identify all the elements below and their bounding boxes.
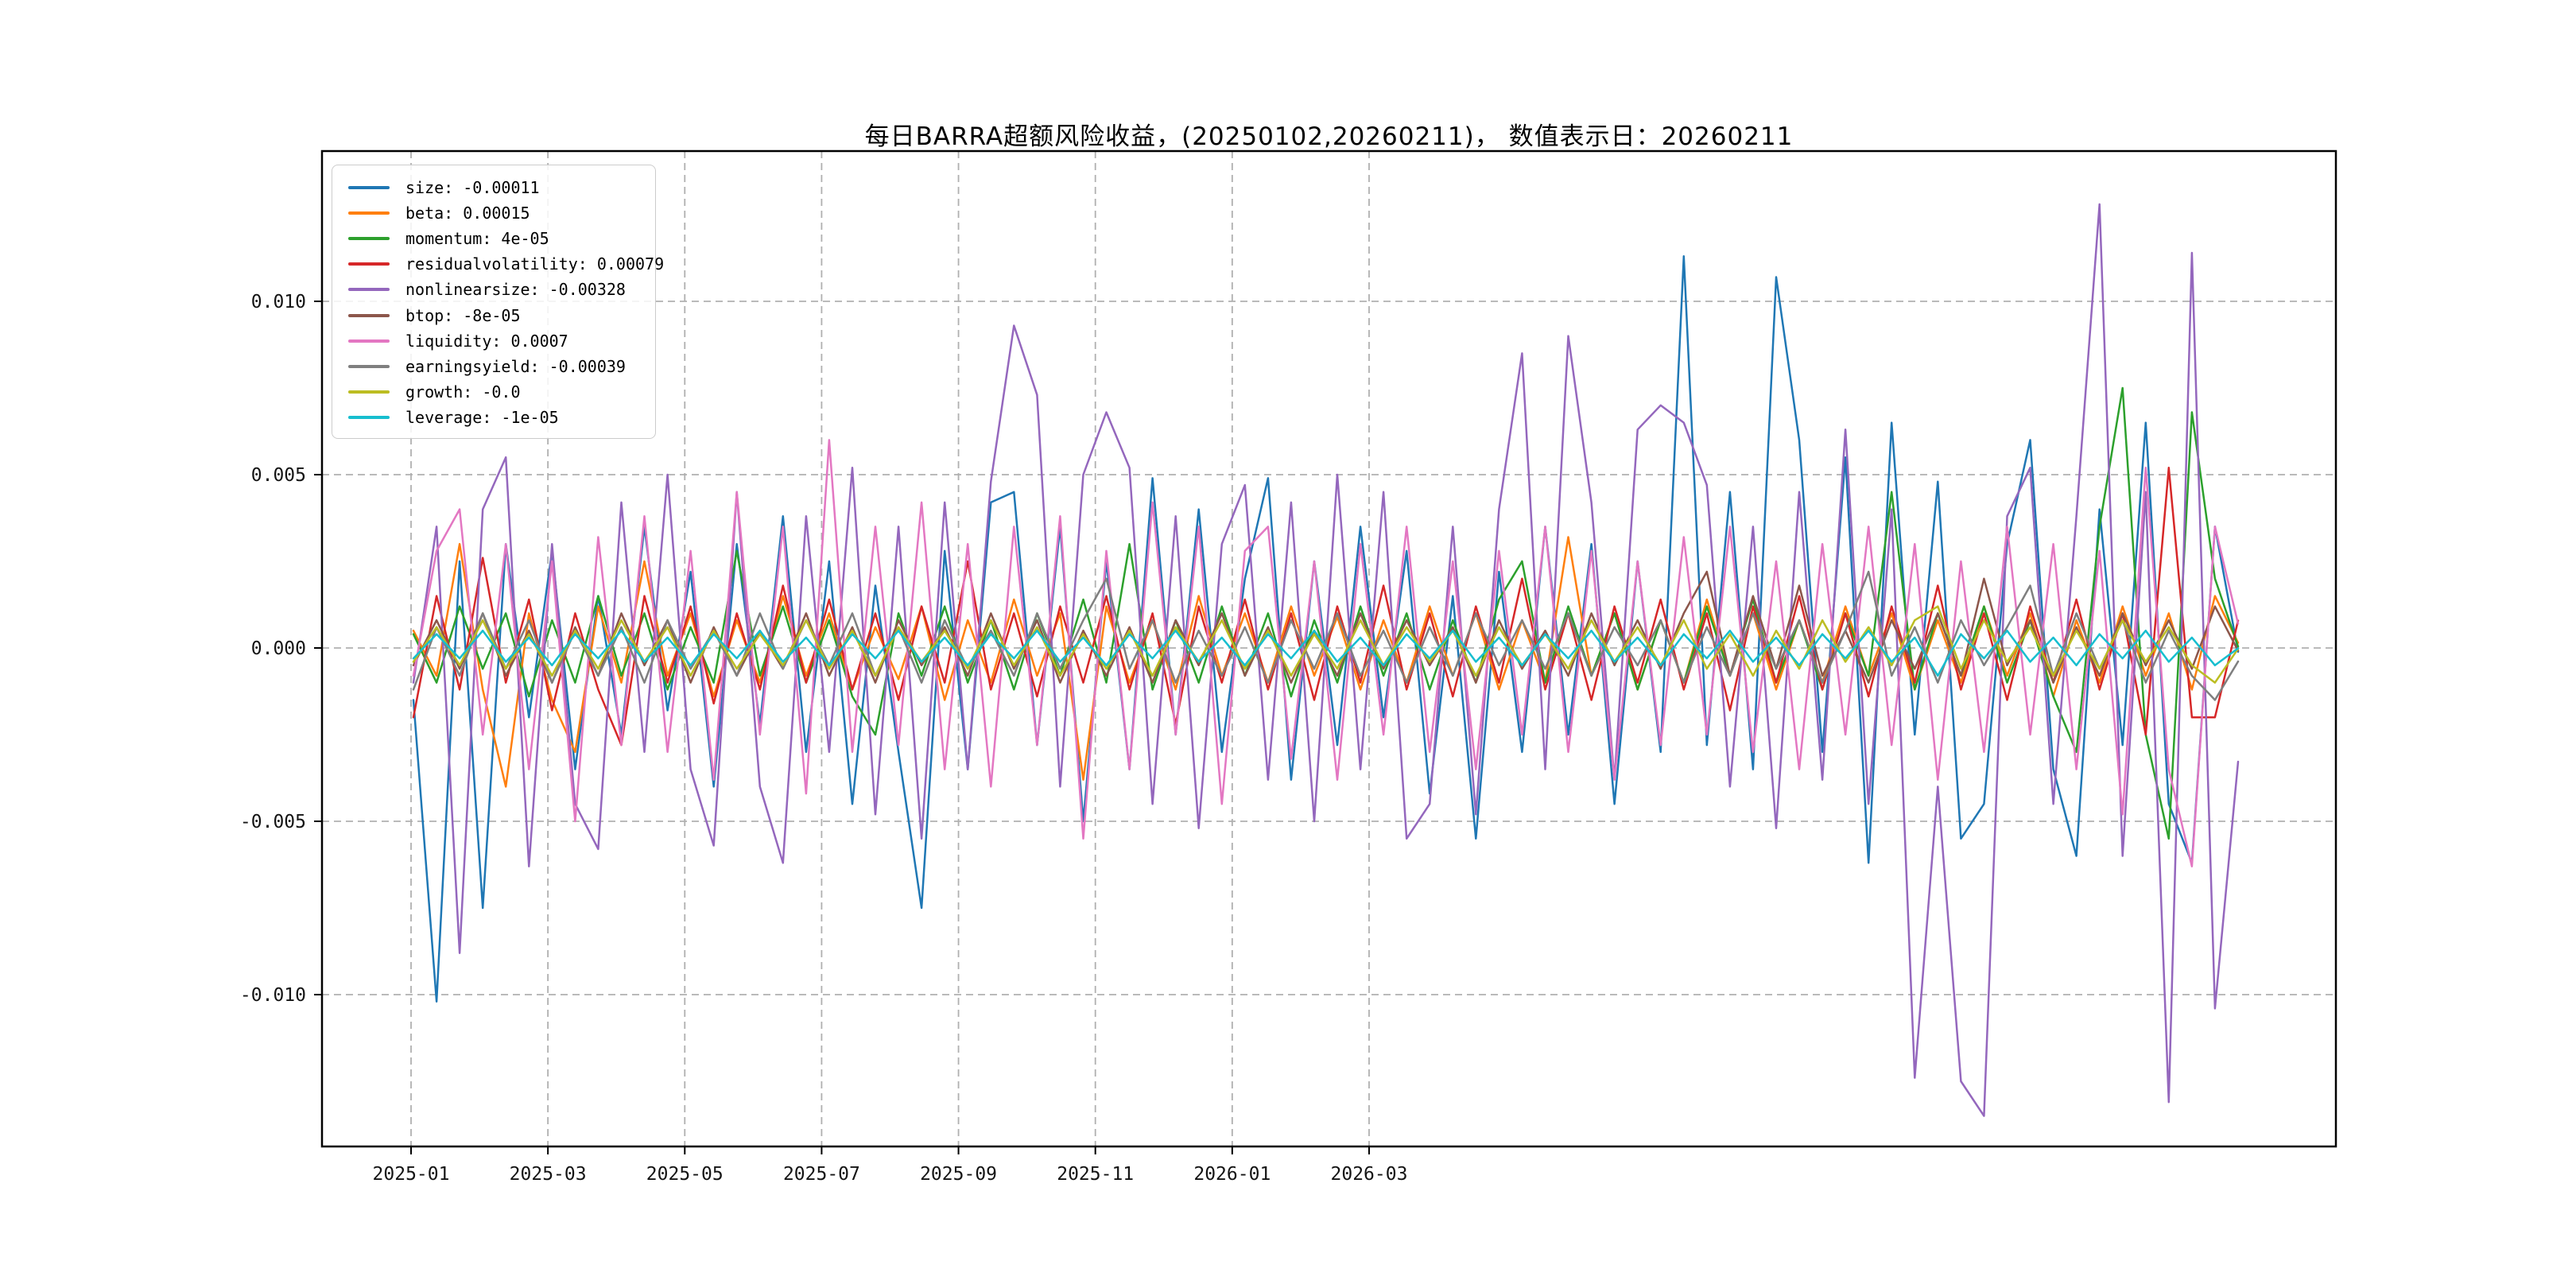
legend-item-residualvolatility: residualvolatility: 0.00079 xyxy=(342,251,644,277)
x-tick-label: 2025-05 xyxy=(646,1164,724,1185)
chart-line-residualvolatility xyxy=(413,467,2238,745)
x-tick-label: 2026-03 xyxy=(1331,1164,1408,1185)
legend-item-growth: growth: -0.0 xyxy=(342,379,644,405)
y-tick-label: 0.010 xyxy=(251,292,306,312)
legend-line-swatch xyxy=(348,288,390,291)
x-tick-label: 2025-11 xyxy=(1057,1164,1134,1185)
y-tick-label: 0.005 xyxy=(251,465,306,486)
legend-line-swatch xyxy=(348,365,390,368)
y-tick-label: -0.005 xyxy=(240,812,306,832)
y-tick-label: 0.000 xyxy=(251,638,306,659)
legend-line-swatch xyxy=(348,339,390,343)
legend-label: momentum: 4e-05 xyxy=(405,229,549,248)
legend-item-leverage: leverage: -1e-05 xyxy=(342,405,644,430)
legend: size: -0.00011 beta: 0.00015 momentum: 4e-… xyxy=(332,165,656,439)
legend-line-swatch xyxy=(348,237,390,240)
legend-label: size: -0.00011 xyxy=(405,178,540,197)
legend-label: btop: -8e-05 xyxy=(405,306,521,325)
legend-label: liquidity: 0.0007 xyxy=(405,332,568,351)
legend-label: beta: 0.00015 xyxy=(405,204,530,223)
legend-line-swatch xyxy=(348,211,390,215)
legend-item-liquidity: liquidity: 0.0007 xyxy=(342,328,644,354)
legend-label: nonlinearsize: -0.00328 xyxy=(405,280,626,299)
legend-item-size: size: -0.00011 xyxy=(342,175,644,200)
barra-daily-excess-risk-return-chart: 每日BARRA超额风险收益，(20250102,20260211)， 数值表示日… xyxy=(0,0,2576,1288)
legend-item-nonlinearsize: nonlinearsize: -0.00328 xyxy=(342,277,644,302)
legend-item-momentum: momentum: 4e-05 xyxy=(342,226,644,251)
legend-label: leverage: -1e-05 xyxy=(405,408,559,427)
legend-item-btop: btop: -8e-05 xyxy=(342,302,644,328)
legend-label: earningsyield: -0.00039 xyxy=(405,357,626,376)
x-tick-label: 2026-01 xyxy=(1193,1164,1271,1185)
legend-line-swatch xyxy=(348,262,390,266)
legend-label: residualvolatility: 0.00079 xyxy=(405,254,664,274)
legend-line-swatch xyxy=(348,390,390,394)
x-tick-label: 2025-07 xyxy=(783,1164,860,1185)
x-tick-label: 2025-01 xyxy=(373,1164,450,1185)
x-tick-label: 2025-03 xyxy=(510,1164,587,1185)
legend-line-swatch xyxy=(348,314,390,317)
y-tick-label: -0.010 xyxy=(240,985,306,1006)
legend-item-beta: beta: 0.00015 xyxy=(342,200,644,226)
legend-item-earningsyield: earningsyield: -0.00039 xyxy=(342,354,644,379)
chart-line-momentum xyxy=(413,388,2238,839)
legend-line-swatch xyxy=(348,416,390,419)
x-tick-label: 2025-09 xyxy=(920,1164,997,1185)
legend-label: growth: -0.0 xyxy=(405,382,521,402)
legend-line-swatch xyxy=(348,186,390,189)
